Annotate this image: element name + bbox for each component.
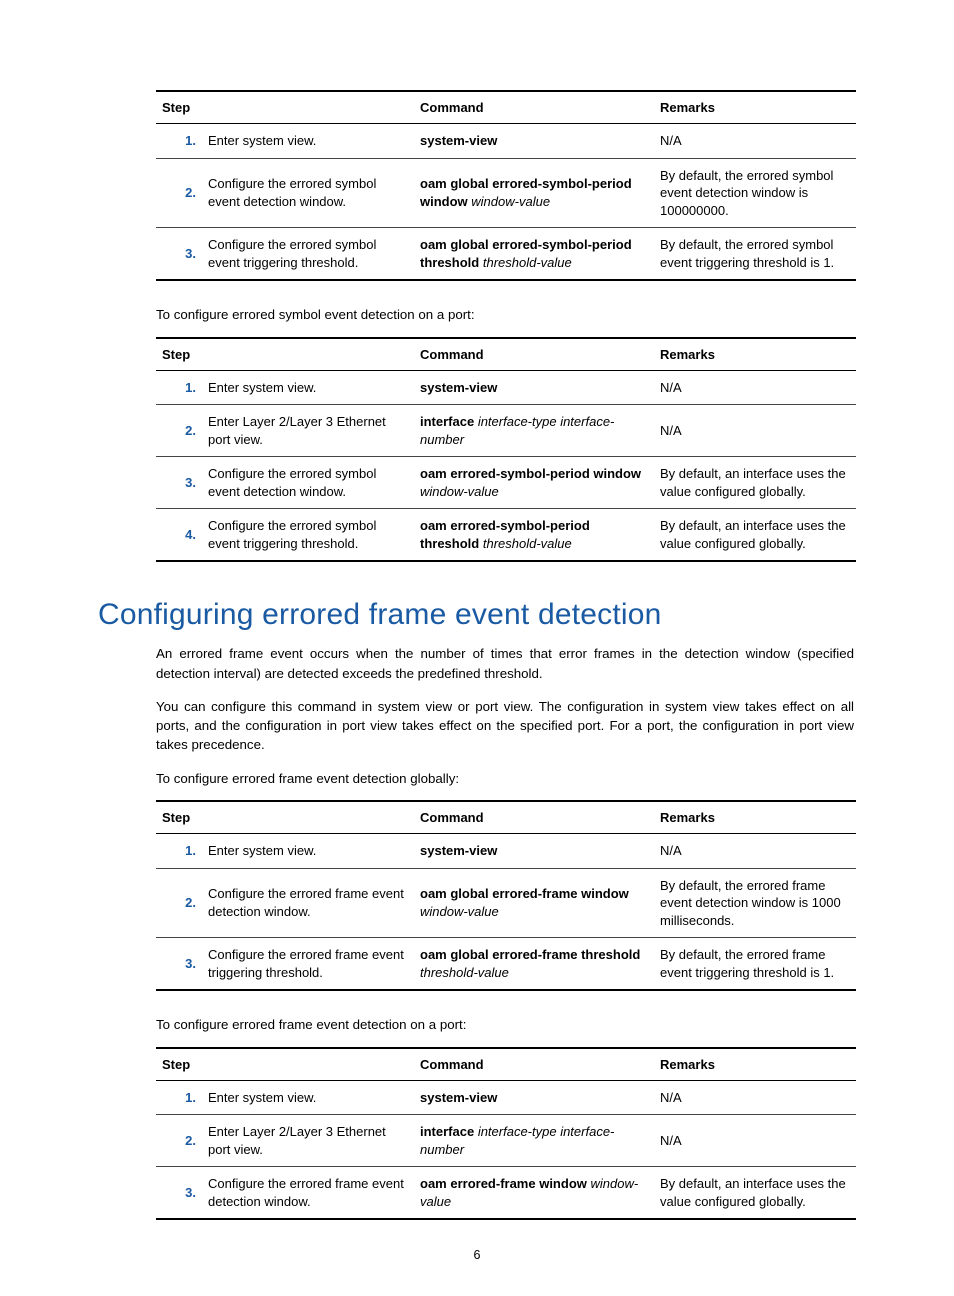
table-row: 3. Configure the errored symbol event de… [156,457,856,509]
col-command: Command [414,338,654,371]
procedure-table-1: Step Command Remarks 1. Enter system vie… [156,90,856,281]
table-row: 2. Configure the errored symbol event de… [156,158,856,228]
procedure-table-3: Step Command Remarks 1. Enter system vie… [156,800,856,991]
table-row: 3. Configure the errored frame event det… [156,1167,856,1220]
remarks-text: By default, an interface uses the value … [654,1167,856,1220]
body-text: To configure errored frame event detecti… [156,1015,854,1034]
command-text: system-view [414,1080,654,1115]
body-text: To configure errored symbol event detect… [156,305,854,324]
col-command: Command [414,1048,654,1081]
step-text: Configure the errored symbol event trigg… [202,228,414,281]
step-number: 3. [156,228,202,281]
step-number: 1. [156,124,202,159]
col-step: Step [156,801,414,834]
step-text: Enter system view. [202,833,414,868]
step-number: 3. [156,1167,202,1220]
remarks-text: By default, the errored frame event trig… [654,938,856,991]
col-step: Step [156,91,414,124]
step-text: Enter system view. [202,370,414,405]
step-text: Configure the errored frame event detect… [202,1167,414,1220]
step-number: 2. [156,405,202,457]
col-step: Step [156,1048,414,1081]
remarks-text: By default, the errored symbol event tri… [654,228,856,281]
remarks-text: By default, an interface uses the value … [654,509,856,562]
step-text: Enter system view. [202,124,414,159]
step-text: Configure the errored symbol event trigg… [202,509,414,562]
step-number: 1. [156,1080,202,1115]
body-text: An errored frame event occurs when the n… [156,644,854,683]
page: Step Command Remarks 1. Enter system vie… [0,0,954,1296]
step-text: Configure the errored symbol event detec… [202,457,414,509]
step-text: Configure the errored frame event trigge… [202,938,414,991]
command-text: system-view [414,833,654,868]
table-row: 2. Enter Layer 2/Layer 3 Ethernet port v… [156,405,856,457]
command-text: oam errored-symbol-period window window-… [414,457,654,509]
remarks-text: N/A [654,1115,856,1167]
col-step: Step [156,338,414,371]
table-row: 1. Enter system view. system-view N/A [156,370,856,405]
remarks-text: N/A [654,405,856,457]
table-row: 1. Enter system view. system-view N/A [156,1080,856,1115]
step-number: 2. [156,868,202,938]
col-remarks: Remarks [654,91,856,124]
command-text: interface interface-type interface-numbe… [414,405,654,457]
command-text: oam global errored-frame window window-v… [414,868,654,938]
command-text: oam global errored-symbol-period window … [414,158,654,228]
step-number: 2. [156,158,202,228]
section-heading: Configuring errored frame event detectio… [98,598,856,632]
step-number: 4. [156,509,202,562]
remarks-text: N/A [654,124,856,159]
col-command: Command [414,801,654,834]
table-row: 1. Enter system view. system-view N/A [156,833,856,868]
remarks-text: By default, the errored frame event dete… [654,868,856,938]
step-number: 1. [156,833,202,868]
command-text: system-view [414,124,654,159]
table-row: 1. Enter system view. system-view N/A [156,124,856,159]
command-text: interface interface-type interface-numbe… [414,1115,654,1167]
step-text: Configure the errored symbol event detec… [202,158,414,228]
step-text: Enter Layer 2/Layer 3 Ethernet port view… [202,1115,414,1167]
remarks-text: By default, an interface uses the value … [654,457,856,509]
table-row: 2. Enter Layer 2/Layer 3 Ethernet port v… [156,1115,856,1167]
remarks-text: N/A [654,370,856,405]
body-text: You can configure this command in system… [156,697,854,755]
command-text: oam errored-frame window window-value [414,1167,654,1220]
step-number: 3. [156,457,202,509]
step-text: Configure the errored frame event detect… [202,868,414,938]
col-remarks: Remarks [654,801,856,834]
table-row: 4. Configure the errored symbol event tr… [156,509,856,562]
step-number: 3. [156,938,202,991]
step-text: Enter system view. [202,1080,414,1115]
step-text: Enter Layer 2/Layer 3 Ethernet port view… [202,405,414,457]
procedure-table-4: Step Command Remarks 1. Enter system vie… [156,1047,856,1221]
step-number: 2. [156,1115,202,1167]
table-row: 3. Configure the errored symbol event tr… [156,228,856,281]
remarks-text: By default, the errored symbol event det… [654,158,856,228]
col-remarks: Remarks [654,1048,856,1081]
remarks-text: N/A [654,833,856,868]
command-text: oam global errored-symbol-period thresho… [414,228,654,281]
body-text: To configure errored frame event detecti… [156,769,854,788]
step-number: 1. [156,370,202,405]
page-number: 6 [0,1248,954,1262]
remarks-text: N/A [654,1080,856,1115]
table-row: 2. Configure the errored frame event det… [156,868,856,938]
col-command: Command [414,91,654,124]
command-text: oam errored-symbol-period threshold thre… [414,509,654,562]
command-text: oam global errored-frame threshold thres… [414,938,654,991]
table-row: 3. Configure the errored frame event tri… [156,938,856,991]
col-remarks: Remarks [654,338,856,371]
procedure-table-2: Step Command Remarks 1. Enter system vie… [156,337,856,563]
command-text: system-view [414,370,654,405]
